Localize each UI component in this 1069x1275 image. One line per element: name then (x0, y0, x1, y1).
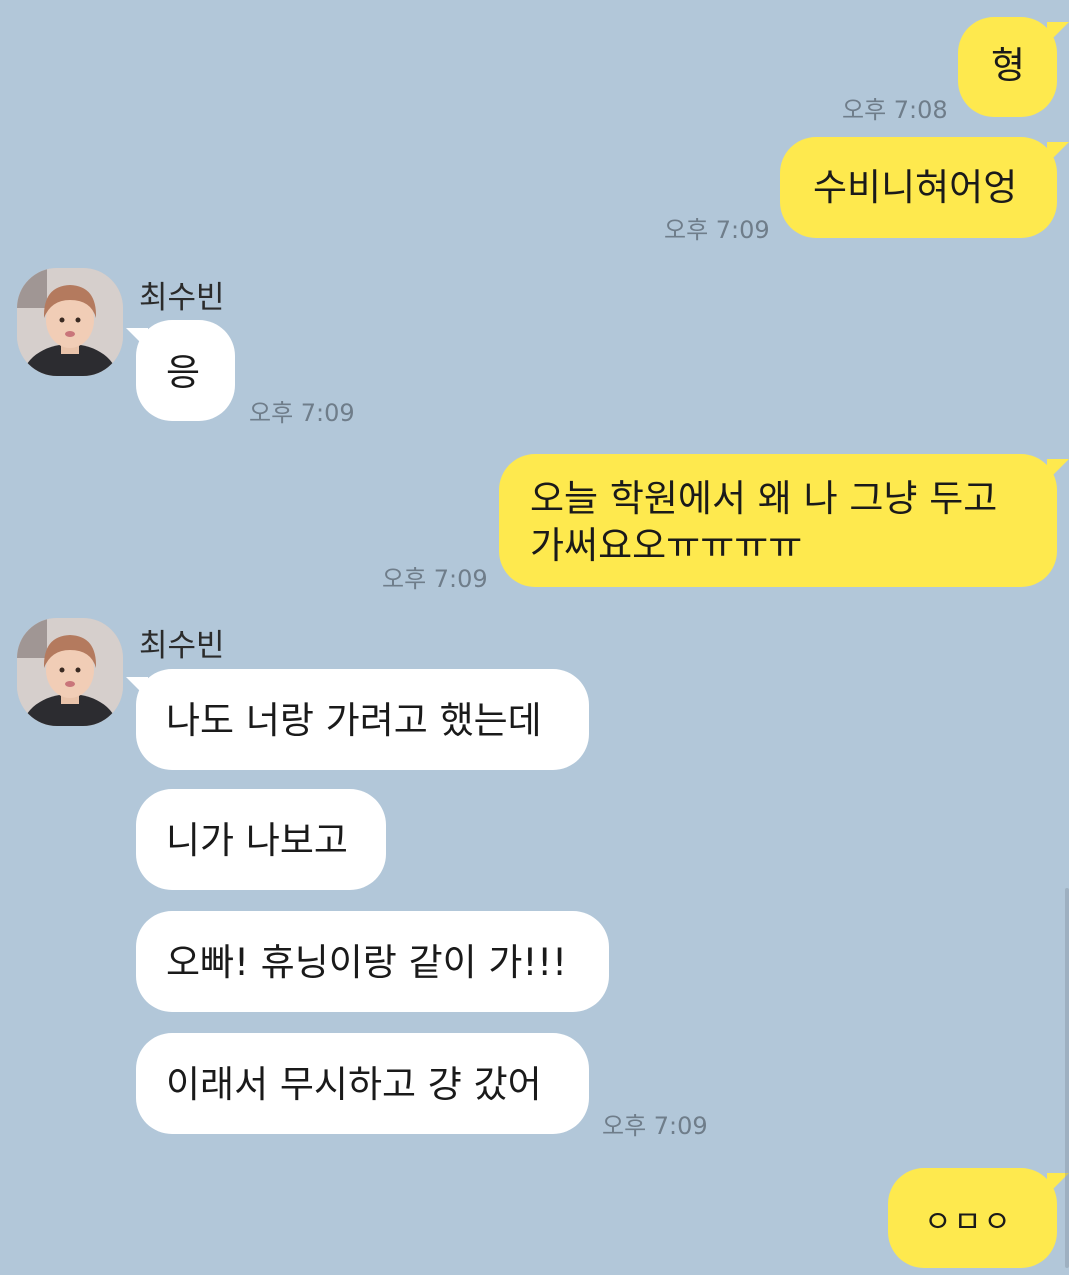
sender-name: 최수빈 (139, 628, 225, 664)
message-text: 응 (166, 351, 201, 394)
their-message-bubble[interactable]: 나도 너랑 가려고 했는데 (136, 669, 589, 770)
profile-avatar[interactable] (17, 268, 123, 376)
message-text: 이래서 무시하고 걍 갔어 (166, 1063, 542, 1106)
their-message-bubble[interactable]: 응 (136, 320, 235, 421)
message-timestamp: 오후 7:09 (664, 216, 770, 244)
profile-avatar[interactable] (17, 618, 123, 726)
message-text: 형 (991, 44, 1026, 87)
bubble-tail (126, 677, 148, 699)
their-message-bubble[interactable]: 니가 나보고 (136, 789, 386, 890)
scrollbar-thumb[interactable] (1065, 888, 1069, 1268)
message-text: 오빠! 휴닝이랑 같이 가!!! (166, 941, 567, 984)
their-message-bubble[interactable]: 이래서 무시하고 걍 갔어 (136, 1033, 589, 1134)
message-timestamp: 오후 7:09 (382, 565, 488, 593)
my-message-bubble[interactable]: 형 (958, 17, 1057, 117)
my-message-bubble[interactable]: ㅇㅁㅇ (888, 1168, 1057, 1268)
message-text-line: 가써요오ㅠㅠㅠㅠ (530, 524, 803, 567)
bubble-tail (1047, 142, 1069, 164)
bubble-tail (1047, 22, 1069, 44)
message-timestamp: 오후 7:09 (249, 399, 355, 427)
message-timestamp: 오후 7:08 (842, 96, 948, 124)
message-text: 나도 너랑 가려고 했는데 (166, 699, 542, 742)
sender-name: 최수빈 (139, 280, 225, 316)
message-text: ㅇㅁㅇ (924, 1205, 1013, 1240)
message-timestamp: 오후 7:09 (602, 1112, 708, 1140)
message-text-line: 오늘 학원에서 왜 나 그냥 두고 (530, 477, 998, 520)
their-message-bubble[interactable]: 오빠! 휴닝이랑 같이 가!!! (136, 911, 609, 1012)
my-message-bubble[interactable]: 수비니혀어엉 (780, 137, 1057, 238)
bubble-tail (1047, 459, 1069, 481)
message-text: 니가 나보고 (166, 819, 348, 862)
message-text: 수비니혀어엉 (813, 166, 1018, 209)
my-message-bubble[interactable]: 오늘 학원에서 왜 나 그냥 두고 가써요오ㅠㅠㅠㅠ (499, 454, 1057, 587)
bubble-tail (126, 328, 148, 350)
